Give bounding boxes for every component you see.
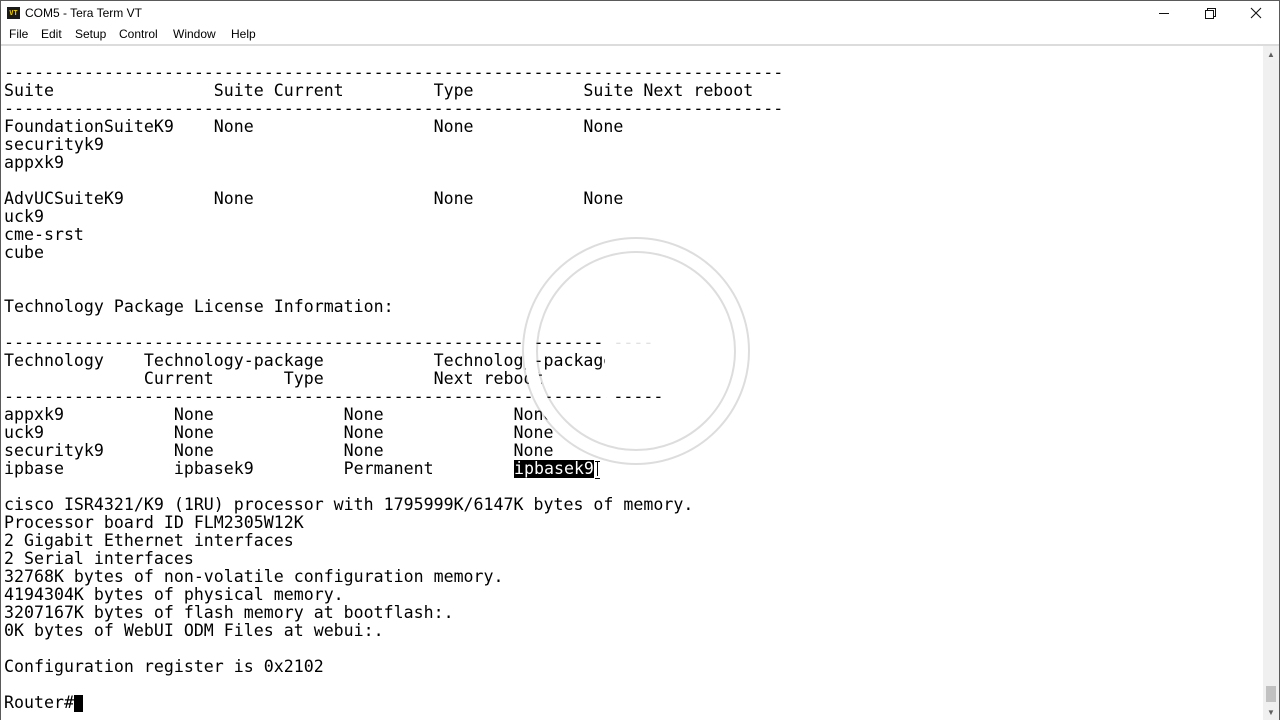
terminal-line: securityk9 bbox=[4, 135, 104, 154]
terminal-line: Configuration register is 0x2102 bbox=[4, 657, 324, 676]
terminal-line: 4194304K bytes of physical memory. bbox=[4, 585, 344, 604]
title-bar[interactable]: VT COM5 - Tera Term VT bbox=[1, 1, 1279, 25]
terminal-line: uck9 bbox=[4, 207, 44, 226]
minimize-button[interactable] bbox=[1141, 1, 1187, 25]
terminal-line: cisco ISR4321/K9 (1RU) processor with 17… bbox=[4, 495, 694, 514]
terminal-line: 2 Serial interfaces bbox=[4, 549, 194, 568]
play-icon[interactable] bbox=[511, 233, 761, 483]
restore-button[interactable] bbox=[1187, 1, 1233, 25]
scroll-up-icon[interactable]: ▲ bbox=[1263, 46, 1279, 62]
terminal-line: Processor board ID FLM2305W12K bbox=[4, 513, 304, 532]
terminal-line: AdvUCSuiteK9 None None None bbox=[4, 189, 624, 208]
terminal-line: Suite Suite Current Type Suite Next rebo… bbox=[4, 81, 754, 100]
terminal-line: 0K bytes of WebUI ODM Files at webui:. bbox=[4, 621, 384, 640]
close-icon bbox=[1250, 7, 1262, 19]
terminal-line: appxk9 bbox=[4, 153, 64, 172]
terminal-line: 32768K bytes of non-volatile configurati… bbox=[4, 567, 504, 586]
close-button[interactable] bbox=[1233, 1, 1279, 25]
menu-setup[interactable]: Setup bbox=[73, 26, 108, 42]
menu-help[interactable]: Help bbox=[229, 26, 258, 42]
tera-term-window: VT COM5 - Tera Term VT File Edit Setup C… bbox=[0, 0, 1280, 720]
minimize-icon bbox=[1159, 12, 1169, 14]
terminal-cursor bbox=[74, 695, 83, 712]
tera-term-app-icon[interactable]: VT bbox=[7, 7, 20, 19]
terminal-line: Router# bbox=[4, 694, 1254, 712]
scroll-thumb[interactable] bbox=[1266, 686, 1276, 702]
menu-control[interactable]: Control bbox=[117, 26, 160, 42]
menu-window[interactable]: Window bbox=[171, 26, 218, 42]
menu-bar: File Edit Setup Control Window Help bbox=[1, 25, 1279, 44]
menu-edit[interactable]: Edit bbox=[39, 26, 64, 42]
terminal-line: 3207167K bytes of flash memory at bootfl… bbox=[4, 603, 454, 622]
window-title: COM5 - Tera Term VT bbox=[25, 6, 142, 20]
scroll-down-icon[interactable]: ▼ bbox=[1263, 704, 1279, 720]
menu-file[interactable]: File bbox=[7, 26, 30, 42]
terminal-line: ----------------------------------------… bbox=[4, 99, 784, 118]
terminal-line: ----------------------------------------… bbox=[4, 63, 784, 82]
vertical-scrollbar[interactable]: ▲ ▼ bbox=[1263, 46, 1279, 720]
terminal-line: 2 Gigabit Ethernet interfaces bbox=[4, 531, 294, 550]
restore-icon bbox=[1204, 7, 1216, 19]
terminal-line: FoundationSuiteK9 None None None bbox=[4, 117, 624, 136]
